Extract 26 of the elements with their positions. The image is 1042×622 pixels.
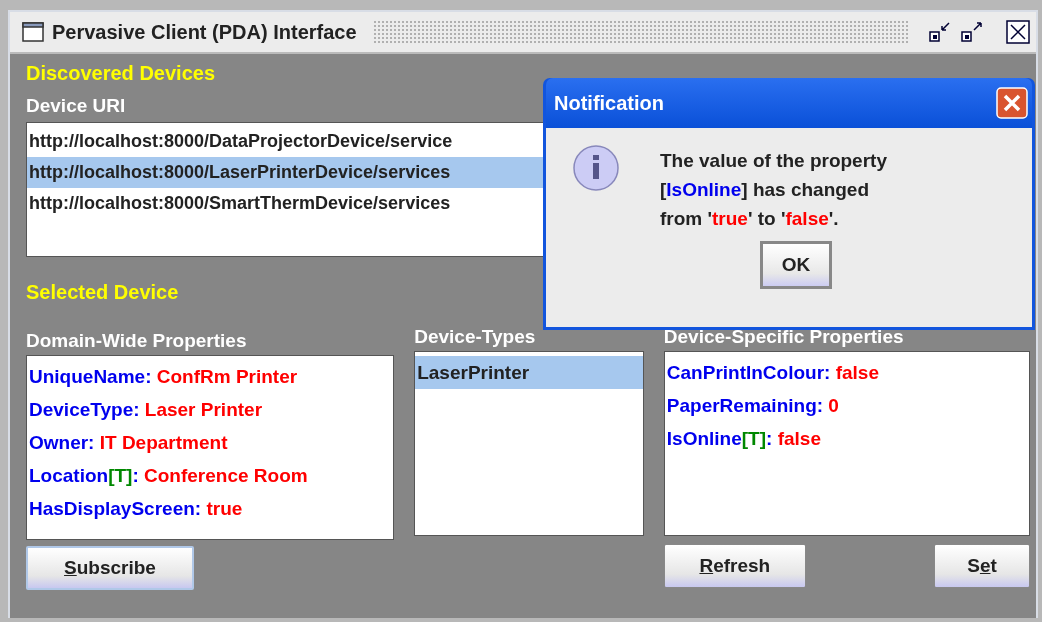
ok-button[interactable]: OK	[760, 241, 832, 289]
property-row[interactable]: UniqueName: ConfRm Printer	[27, 360, 394, 393]
property-row[interactable]: CanPrintInColour: false	[664, 356, 1029, 389]
column-label: Device URI	[26, 94, 126, 118]
panel-label: Domain-Wide Properties	[26, 329, 247, 353]
device-type-item[interactable]: LaserPrinter	[415, 356, 643, 389]
info-icon	[572, 144, 622, 194]
dialog-title: Notification	[554, 91, 664, 115]
refresh-button[interactable]: Refresh	[663, 544, 806, 588]
maximize-icon[interactable]	[960, 21, 984, 43]
panel-label: Device-Types	[414, 325, 536, 349]
set-button[interactable]: Set	[934, 544, 1030, 588]
section-heading: Selected Device	[26, 281, 179, 305]
property-row[interactable]: PaperRemaining: 0	[664, 389, 1029, 422]
subscribe-button[interactable]: Subscribe	[26, 546, 194, 590]
close-icon[interactable]	[1006, 20, 1030, 44]
minimize-icon[interactable]	[928, 21, 952, 43]
window-title: Pervasive Client (PDA) Interface	[52, 20, 357, 44]
window-icon	[22, 22, 44, 42]
property-row[interactable]: IsOnline[T]: false	[664, 422, 1029, 455]
panel-label: Device-Specific Properties	[663, 325, 904, 349]
property-row[interactable]: HasDisplayScreen: true	[27, 492, 394, 525]
property-row[interactable]: Location[T]: Conference Room	[27, 459, 394, 492]
section-heading: Discovered Devices	[26, 62, 215, 86]
property-row[interactable]: Owner: IT Department	[27, 426, 394, 459]
property-row[interactable]: DeviceType: Laser Printer	[27, 393, 394, 426]
